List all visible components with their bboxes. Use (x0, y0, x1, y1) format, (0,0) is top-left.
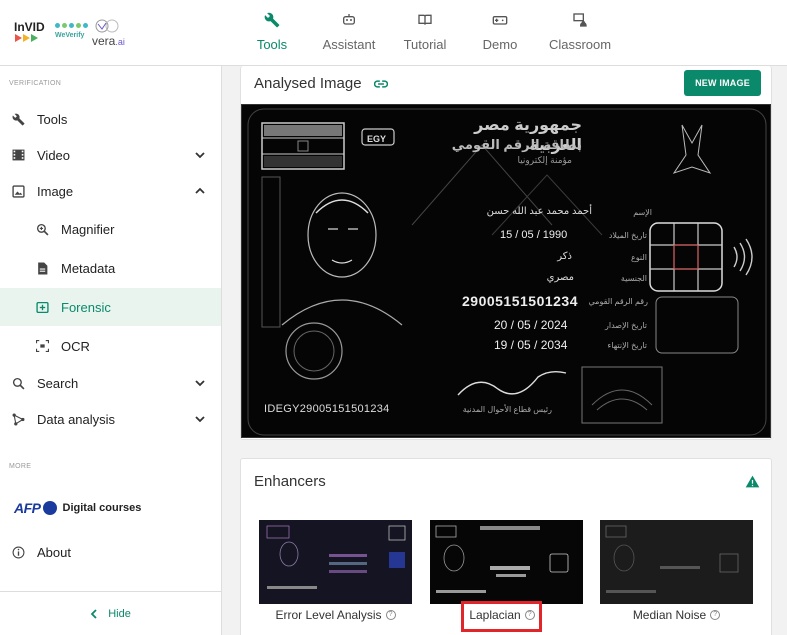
search-icon (11, 376, 25, 390)
id-name-label: الإسم (633, 208, 652, 217)
sidebar-item-label: Search (37, 375, 79, 391)
id-birth-value: 15 / 05 / 1990 (500, 229, 568, 241)
sidebar-item-video[interactable]: Video (0, 138, 221, 172)
ela-thumbnail[interactable] (259, 520, 412, 604)
id-nationality-label: الجنسية (620, 274, 647, 283)
sidebar-item-label: Data analysis (37, 411, 116, 427)
sidebar-item-metadata[interactable]: Metadata (0, 251, 221, 285)
tab-assistant[interactable]: Assistant (318, 12, 380, 62)
enhancers-title: Enhancers (254, 473, 326, 490)
wrench-icon (11, 112, 25, 126)
chevron-down-icon (195, 380, 205, 387)
id-expiry-label: تاريخ الإنتهاء (607, 341, 647, 350)
id-name-value: أحمد محمد عبد الله حسن (486, 206, 592, 217)
top-bar: InVID WeVerify vera.ai Tools Assistant T… (0, 0, 787, 66)
sidebar-item-label: Forensic (61, 299, 111, 315)
laplacian-thumbnail[interactable] (430, 520, 583, 604)
app-logos[interactable]: InVID WeVerify vera.ai (14, 18, 136, 50)
sidebar-item-magnifier[interactable]: Magnifier (0, 212, 221, 246)
id-expiry-date: 19 / 05 / 2034 (494, 338, 568, 352)
id-issue-label: تاريخ الإصدار (604, 321, 647, 330)
sidebar: VERIFICATION Tools Video Image Magnifier… (0, 66, 222, 635)
sidebar-item-label: Tools (37, 111, 68, 127)
chevron-down-icon (195, 152, 205, 159)
sidebar-item-image[interactable]: Image (0, 174, 221, 208)
classroom-icon (547, 12, 613, 34)
warning-icon[interactable] (745, 475, 760, 488)
ocr-icon (35, 339, 49, 353)
invid-logo: InVID (14, 20, 45, 34)
wrench-icon (249, 12, 295, 34)
analysed-id-card-image: EGY جمهورية مصر العربية بطاقة الرقم القو… (241, 104, 771, 438)
sidebar-item-about[interactable]: About (0, 535, 221, 569)
id-signature-caption: رئيس قطاع الأحوال المدنية (462, 405, 552, 414)
image-icon (11, 184, 25, 198)
id-mrz-line: IDEGY29005151501234 (264, 403, 390, 415)
id-header-line2: بطاقة الرقم القومي (451, 137, 582, 152)
digital-courses-label: Digital courses (62, 502, 142, 514)
vera-logo: vera.ai (92, 18, 136, 48)
document-icon (35, 261, 49, 275)
hide-sidebar-button[interactable]: Hide (90, 608, 131, 620)
tab-tutorial[interactable]: Tutorial (401, 12, 449, 62)
sidebar-item-data-analysis[interactable]: Data analysis (0, 402, 221, 436)
sidebar-item-label: Image (37, 183, 74, 199)
chevron-down-icon (195, 416, 205, 423)
new-image-button[interactable]: NEW IMAGE (684, 70, 761, 96)
ela-label[interactable]: Error Level Analysis ? (259, 608, 412, 622)
help-icon[interactable]: ? (385, 610, 396, 620)
id-gender-label: النوع (631, 253, 647, 262)
tab-tools[interactable]: Tools (249, 12, 295, 62)
id-header-line3: مؤمنة إلكترونيا (517, 155, 572, 165)
magnifier-icon (35, 222, 49, 236)
median-noise-label[interactable]: Median Noise ? (600, 608, 753, 622)
id-national-number: 29005151501234 (462, 293, 579, 309)
robot-icon (318, 12, 380, 34)
id-gender-value: ذكر (557, 251, 572, 262)
id-country-code: EGY (367, 134, 387, 144)
id-issue-date: 20 / 05 / 2024 (494, 318, 568, 332)
help-icon[interactable]: ? (710, 610, 721, 620)
sidebar-item-ocr[interactable]: OCR (0, 329, 221, 363)
chevron-left-icon (90, 608, 97, 619)
id-national-id-label: رقم الرقم القومي (588, 297, 648, 306)
section-more-label: MORE (9, 463, 32, 470)
sidebar-item-label: Metadata (61, 260, 116, 276)
vera-emblem-icon (95, 19, 119, 33)
link-icon[interactable] (374, 79, 388, 89)
sidebar-item-label: Magnifier (61, 221, 115, 237)
graph-icon (11, 412, 25, 426)
afp-logo: AFP (14, 500, 41, 516)
sidebar-footer: Hide (0, 591, 221, 635)
gamepad-icon (481, 12, 519, 34)
book-icon (401, 12, 449, 34)
forensic-icon (35, 300, 49, 314)
sidebar-item-label: Video (37, 147, 71, 163)
tab-demo[interactable]: Demo (481, 12, 519, 62)
invid-play-icon (15, 34, 38, 42)
analysed-image-title: Analysed Image (254, 75, 362, 92)
id-birth-label: تاريخ الميلاد (608, 231, 647, 240)
weverify-logo: WeVerify (55, 20, 95, 46)
digital-courses-link[interactable]: AFP Digital courses (14, 500, 141, 516)
laplacian-highlight-box (461, 601, 542, 632)
sidebar-item-label: OCR (61, 338, 90, 354)
afp-dot-icon (42, 501, 57, 515)
sidebar-item-search[interactable]: Search (0, 366, 221, 400)
sidebar-item-forensic[interactable]: Forensic (0, 288, 221, 326)
median-noise-thumbnail[interactable] (600, 520, 753, 604)
section-verification-label: VERIFICATION (9, 80, 62, 87)
sidebar-item-tools[interactable]: Tools (0, 102, 221, 136)
id-nationality-value: مصري (546, 272, 574, 283)
info-icon (11, 545, 25, 559)
sidebar-item-label: About (37, 544, 71, 560)
tab-classroom[interactable]: Classroom (547, 12, 613, 62)
film-icon (11, 148, 25, 162)
chevron-up-icon (195, 187, 205, 194)
